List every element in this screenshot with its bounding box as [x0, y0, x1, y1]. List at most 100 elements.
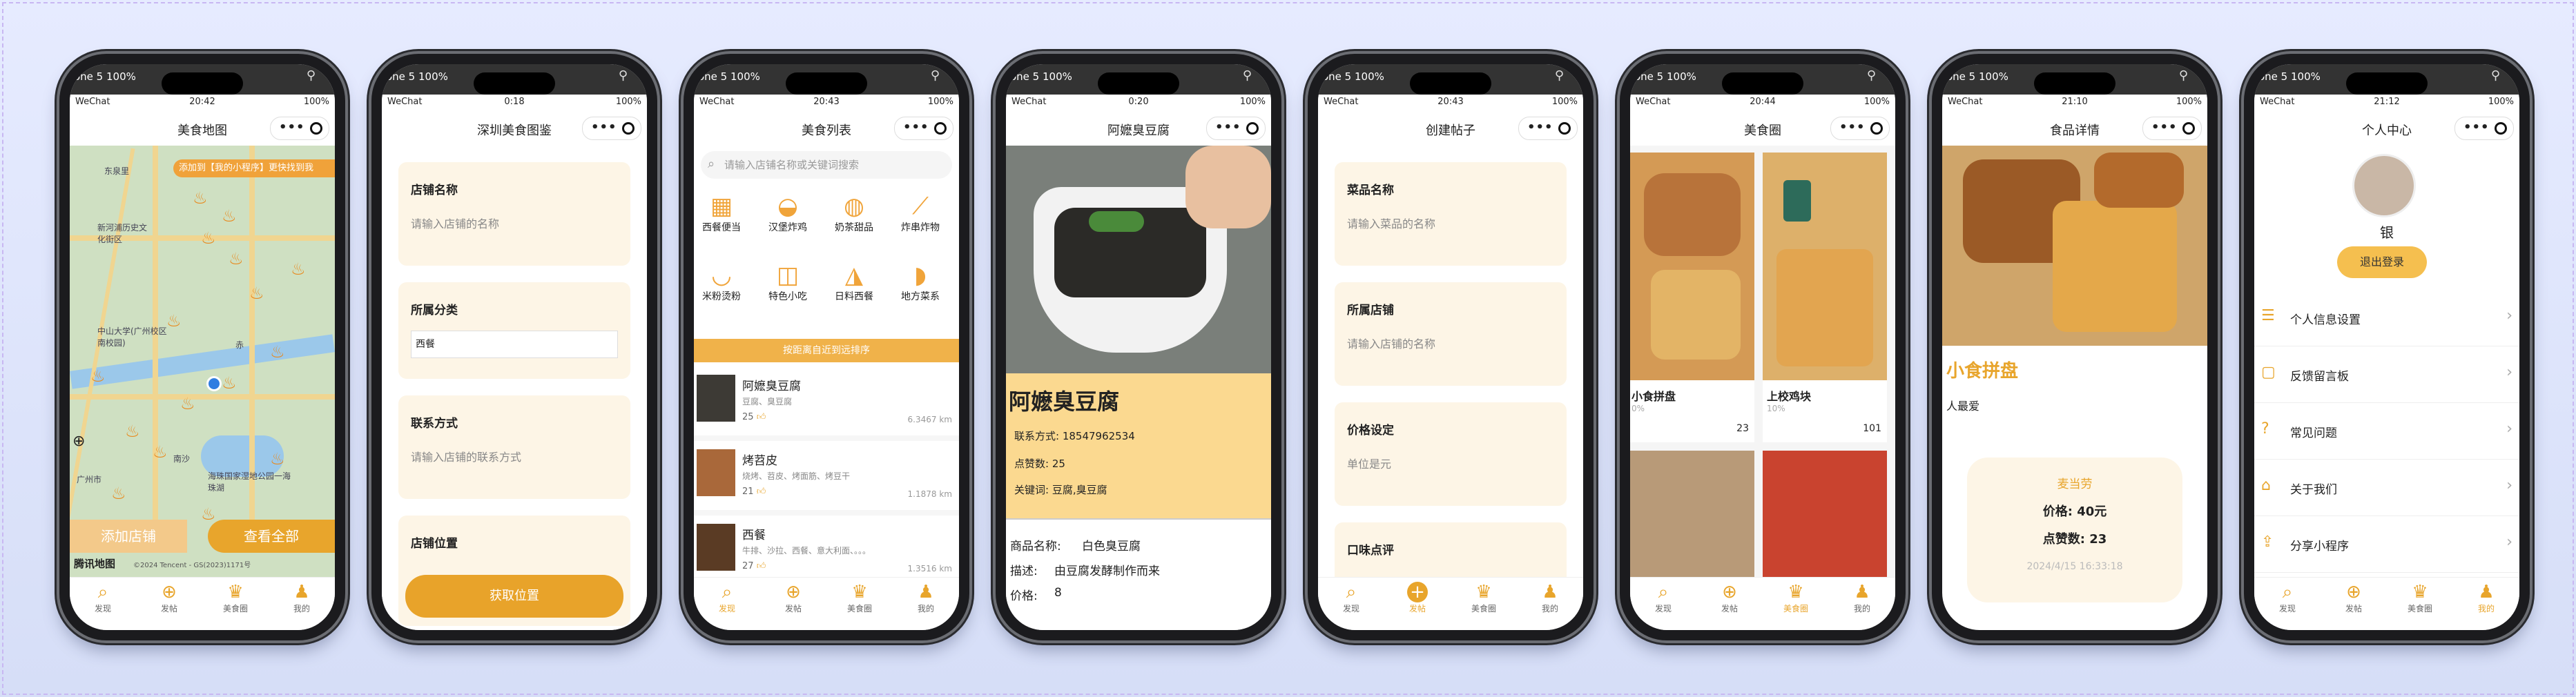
tab-label: 发现	[1654, 604, 1672, 613]
tab-discover[interactable]: ⌕ 发现	[2261, 578, 2314, 630]
tab-label: 美食圈	[1783, 604, 1808, 613]
more-button[interactable]: •••	[903, 120, 929, 135]
price-input[interactable]: 单位是元	[1347, 455, 1391, 471]
menu-faq[interactable]: ? 常见问题 ›	[2254, 402, 2519, 460]
dish-name-input[interactable]: 请输入菜品的名称	[1347, 215, 1435, 231]
avatar[interactable]	[2352, 154, 2416, 217]
menu-feedback[interactable]: ▢ 反馈留言板 ›	[2254, 346, 2519, 403]
location-pin-icon[interactable]: ♨	[229, 249, 244, 268]
add-shop-button[interactable]: 添加店铺	[70, 520, 187, 553]
category-burger[interactable]: ◒ 汉堡炸鸡	[760, 193, 815, 234]
more-button[interactable]: •••	[2463, 120, 2490, 135]
mini-program-capsule[interactable]: •••	[1206, 117, 1266, 140]
more-button[interactable]: •••	[591, 120, 617, 135]
location-pin-icon[interactable]: ♨	[125, 422, 140, 441]
location-pin-icon[interactable]: ♨	[153, 442, 168, 462]
more-button[interactable]: •••	[2151, 120, 2178, 135]
tab-me[interactable]: ♟ 我的	[900, 578, 953, 630]
tab-discover[interactable]: ⌕ 发现	[1637, 578, 1690, 630]
more-button[interactable]: •••	[1839, 120, 1866, 135]
mini-program-capsule[interactable]: •••	[1518, 117, 1578, 140]
dynamic-island	[474, 72, 555, 95]
tab-me[interactable]: ♟ 我的	[275, 578, 329, 630]
menu-share[interactable]: ⇪ 分享小程序 ›	[2254, 516, 2519, 573]
shop-input[interactable]: 请输入店铺的名称	[1347, 335, 1435, 351]
post-card[interactable]: 上校鸡块 10% 101	[1763, 153, 1887, 442]
location-pin-icon[interactable]: ♨	[222, 373, 237, 393]
close-mini-program-icon[interactable]	[2182, 122, 2195, 135]
category-rice-noodle[interactable]: ◡ 米粉烫粉	[694, 262, 749, 303]
tab-post[interactable]: ⊕ 发帖	[143, 578, 196, 630]
shop-name-input[interactable]: 请输入店铺的名称	[411, 215, 499, 231]
location-pin-icon[interactable]: ♨	[249, 284, 264, 303]
tab-me[interactable]: ♟ 我的	[1836, 578, 1889, 630]
mini-program-capsule[interactable]: •••	[2142, 117, 2202, 140]
location-pin-icon[interactable]: ♨	[270, 342, 285, 362]
logout-button[interactable]: 退出登录	[2337, 246, 2427, 278]
close-mini-program-icon[interactable]	[310, 122, 322, 135]
category-milk-tea[interactable]: ◍ 奶茶甜品	[826, 193, 882, 234]
tab-food-circle[interactable]: ♛ 美食圈	[209, 578, 262, 630]
mini-program-capsule[interactable]: •••	[582, 117, 641, 140]
close-mini-program-icon[interactable]	[934, 122, 947, 135]
category-select[interactable]: 西餐	[411, 331, 618, 358]
post-card[interactable]	[1630, 451, 1754, 578]
location-pin-icon[interactable]: ♨	[90, 366, 106, 386]
location-pin-icon[interactable]: ♨	[201, 504, 216, 524]
more-button[interactable]: •••	[1527, 120, 1553, 135]
post-card[interactable]: 小食拼盘 0% 23	[1630, 153, 1754, 442]
add-to-my-mini-program-banner[interactable]: 添加到【我的小程序】更快找到我	[173, 159, 335, 177]
tab-post[interactable]: ⊕ 发帖	[2327, 578, 2381, 630]
location-pin-icon[interactable]: ♨	[201, 228, 216, 248]
view-all-button[interactable]: 查看全部	[208, 520, 335, 553]
post-card[interactable]	[1763, 451, 1887, 578]
get-location-button[interactable]: 获取位置	[405, 575, 623, 618]
location-pin-icon[interactable]: ♨	[291, 259, 306, 279]
location-pin-icon[interactable]: ♨	[193, 188, 208, 208]
search-input[interactable]: 请输入店铺名称或关键词搜索	[701, 151, 952, 179]
category-japanese[interactable]: ◮ 日料西餐	[826, 262, 882, 303]
more-button[interactable]: •••	[1215, 120, 1241, 135]
tab-discover[interactable]: ⌕ 发现	[1325, 578, 1378, 630]
tab-post[interactable]: + 发帖	[1391, 578, 1444, 630]
location-pin-icon[interactable]: ♨	[222, 206, 237, 226]
locate-me-icon[interactable]: ⊕	[72, 433, 85, 450]
close-mini-program-icon[interactable]	[2495, 122, 2507, 135]
tab-post[interactable]: ⊕ 发帖	[767, 578, 820, 630]
category-skewers[interactable]: ⟋ 炸串炸物	[893, 193, 948, 234]
post-percent: 10%	[1767, 404, 1785, 413]
tab-discover[interactable]: ⌕ 发现	[77, 578, 130, 630]
list-item[interactable]: 西餐 牛排、沙拉、西餐、意大利面、。。。 27 👍︎ 1.3516 km	[694, 516, 959, 578]
close-mini-program-icon[interactable]	[1870, 122, 1883, 135]
tab-me[interactable]: ♟ 我的	[1524, 578, 1577, 630]
close-mini-program-icon[interactable]	[1558, 122, 1571, 135]
mini-program-capsule[interactable]: •••	[270, 117, 329, 140]
menu-personal-info[interactable]: ☰ 个人信息设置 ›	[2254, 289, 2519, 346]
menu-about[interactable]: ⌂ 关于我们 ›	[2254, 459, 2519, 516]
location-pin-icon[interactable]: ♨	[270, 449, 285, 469]
tab-me[interactable]: ♟ 我的	[2460, 578, 2513, 630]
location-pin-icon[interactable]: ♨	[166, 311, 182, 331]
category-regional[interactable]: ◗ 地方菜系	[893, 262, 948, 303]
category-western-bento[interactable]: ▦ 西餐便当	[694, 193, 749, 234]
location-pin-icon[interactable]: ♨	[111, 484, 126, 503]
close-mini-program-icon[interactable]	[622, 122, 635, 135]
more-button[interactable]: •••	[279, 120, 305, 135]
category-snacks[interactable]: ◫ 特色小吃	[760, 262, 815, 303]
mini-program-capsule[interactable]: •••	[894, 117, 953, 140]
tab-post[interactable]: ⊕ 发帖	[1703, 578, 1756, 630]
tab-food-circle[interactable]: ♛ 美食圈	[1770, 578, 1823, 630]
list-item[interactable]: 阿嬷臭豆腐 豆腐、臭豆腐 25 👍︎ 6.3467 km	[694, 366, 959, 441]
mini-program-capsule[interactable]: •••	[1830, 117, 1890, 140]
contact-input[interactable]: 请输入店铺的联系方式	[411, 448, 521, 464]
tab-food-circle[interactable]: ♛ 美食圈	[2394, 578, 2447, 630]
map-view[interactable]: 东泉里 新河浦历史文化街区 中山大学(广州校区南校园) 海珠国家湿地公园一海珠湖…	[70, 146, 335, 578]
sort-banner[interactable]: 按距离自近到远排序	[694, 339, 959, 362]
list-item[interactable]: 烤苕皮 烧烤、苕皮、烤面筋、烤豆干 21 👍︎ 1.1878 km	[694, 441, 959, 516]
tab-food-circle[interactable]: ♛ 美食圈	[833, 578, 887, 630]
tab-food-circle[interactable]: ♛ 美食圈	[1458, 578, 1511, 630]
tab-discover[interactable]: ⌕ 发现	[701, 578, 754, 630]
close-mini-program-icon[interactable]	[1246, 122, 1259, 135]
mini-program-capsule[interactable]: •••	[2454, 117, 2514, 140]
location-pin-icon[interactable]: ♨	[180, 394, 195, 413]
